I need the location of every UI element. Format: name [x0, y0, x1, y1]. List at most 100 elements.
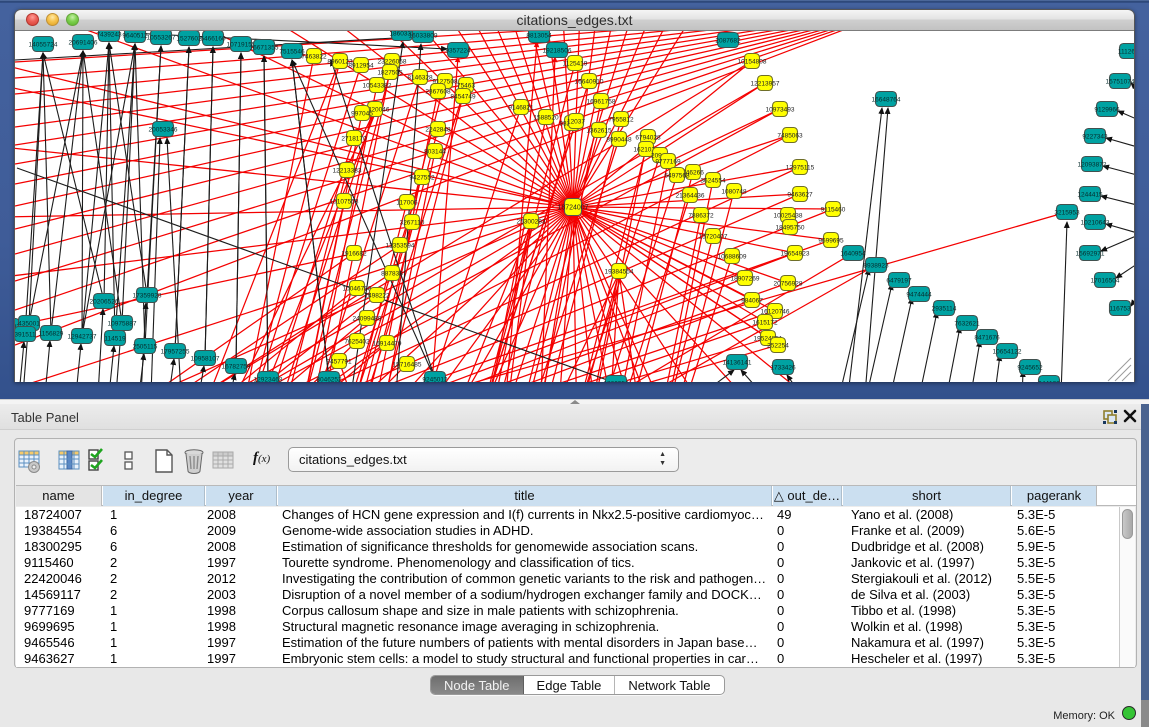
svg-text:10688609: 10688609 — [718, 253, 747, 260]
svg-text:9227343: 9227343 — [1082, 133, 1108, 140]
svg-text:8990448: 8990448 — [606, 136, 632, 143]
svg-text:14055724: 14055724 — [29, 41, 58, 48]
svg-text:1156829: 1156829 — [39, 330, 64, 337]
svg-text:9777169: 9777169 — [655, 158, 681, 165]
svg-text:391511: 391511 — [15, 331, 36, 338]
svg-text:803144: 803144 — [424, 148, 446, 155]
svg-text:6794028: 6794028 — [635, 134, 661, 141]
svg-text:997045: 997045 — [351, 110, 373, 117]
svg-text:10154808: 10154808 — [738, 58, 767, 65]
svg-text:1916682: 1916682 — [341, 250, 367, 257]
svg-text:17016504: 17016504 — [1091, 277, 1120, 284]
svg-text:16961758: 16961758 — [587, 98, 616, 105]
svg-text:114519: 114519 — [104, 335, 126, 342]
svg-text:984067: 984067 — [741, 297, 763, 304]
svg-text:10543382: 10543382 — [363, 82, 392, 89]
svg-text:24099489: 24099489 — [353, 315, 382, 322]
svg-text:252254: 252254 — [767, 342, 789, 349]
svg-text:12975115: 12975115 — [786, 164, 815, 171]
svg-text:12353594: 12353594 — [386, 242, 415, 249]
svg-text:7886372: 7886372 — [688, 212, 714, 219]
svg-text:2505115: 2505115 — [133, 343, 158, 350]
svg-text:10046788: 10046788 — [343, 285, 372, 292]
svg-text:2087682: 2087682 — [715, 37, 741, 44]
svg-text:19384554: 19384554 — [605, 268, 634, 275]
svg-text:1080748: 1080748 — [721, 188, 747, 195]
svg-text:9474444: 9474444 — [906, 291, 932, 298]
svg-text:15720407: 15720407 — [699, 233, 728, 240]
svg-text:1498222: 1498222 — [364, 292, 390, 299]
svg-text:20756928: 20756928 — [774, 280, 803, 287]
svg-text:20206526: 20206526 — [90, 298, 119, 305]
svg-text:8813054: 8813054 — [526, 32, 552, 39]
svg-text:7485063: 7485063 — [777, 132, 803, 139]
svg-text:9463627: 9463627 — [787, 191, 813, 198]
svg-text:6497568: 6497568 — [664, 172, 690, 179]
svg-text:18907269: 18907269 — [731, 275, 760, 282]
svg-text:9146821: 9146821 — [508, 104, 534, 111]
svg-text:10210643: 10210643 — [1081, 219, 1110, 226]
svg-text:9640512: 9640512 — [122, 32, 148, 39]
svg-text:10553267: 10553267 — [147, 34, 176, 41]
svg-text:1125419: 1125419 — [563, 60, 588, 67]
svg-text:3215953: 3215953 — [1054, 209, 1080, 216]
svg-text:12923468: 12923468 — [254, 376, 283, 382]
svg-text:9115460: 9115460 — [821, 206, 846, 213]
svg-text:16914479: 16914479 — [373, 340, 402, 347]
svg-text:15716485: 15716485 — [393, 361, 422, 368]
svg-text:15751074: 15751074 — [1106, 78, 1134, 85]
svg-text:10107553: 10107553 — [330, 198, 359, 205]
svg-text:15692971: 15692971 — [1076, 250, 1105, 257]
svg-text:1615172: 1615172 — [752, 319, 778, 326]
svg-text:887833: 887833 — [381, 270, 403, 277]
svg-text:9357224: 9357224 — [445, 47, 471, 54]
svg-text:16671355: 16671355 — [250, 44, 279, 51]
svg-text:16033809: 16033809 — [409, 32, 438, 39]
svg-text:1860956: 1860956 — [603, 380, 629, 382]
svg-text:10975887: 10975887 — [108, 320, 137, 327]
svg-text:10654122: 10654122 — [993, 348, 1022, 355]
svg-text:10025438: 10025438 — [774, 212, 803, 219]
svg-text:3624554: 3624554 — [700, 177, 726, 184]
svg-text:1588520: 1588520 — [533, 114, 559, 121]
svg-text:1362615: 1362615 — [586, 127, 612, 134]
svg-text:12037: 12037 — [567, 118, 585, 125]
svg-text:8146328: 8146328 — [407, 74, 433, 81]
svg-text:16648764: 16648764 — [872, 96, 901, 103]
svg-text:8454749: 8454749 — [450, 93, 476, 100]
svg-text:20053346: 20053346 — [149, 126, 178, 133]
svg-text:12213383: 12213383 — [333, 167, 362, 174]
svg-text:19218506: 19218506 — [543, 47, 572, 54]
svg-text:1733426: 1733426 — [770, 364, 796, 371]
svg-text:1827505: 1827505 — [377, 69, 403, 76]
svg-text:6466160: 6466160 — [200, 35, 226, 42]
svg-text:21364436: 21364436 — [676, 192, 705, 199]
svg-text:7955812: 7955812 — [608, 116, 634, 123]
svg-text:9457791: 9457791 — [326, 358, 352, 365]
svg-text:19654923: 19654923 — [781, 250, 810, 257]
svg-text:8938923: 8938923 — [863, 262, 889, 269]
svg-text:18495750: 18495750 — [776, 224, 805, 231]
svg-text:9245652: 9245652 — [1017, 364, 1043, 371]
svg-text:8471676: 8471676 — [974, 334, 1000, 341]
svg-text:944122: 944122 — [1038, 380, 1060, 382]
svg-text:2367608: 2367608 — [425, 88, 451, 95]
svg-text:10973493: 10973493 — [766, 106, 795, 113]
svg-text:2935114: 2935114 — [932, 305, 957, 312]
svg-text:8046252: 8046252 — [316, 376, 342, 382]
svg-text:9699695: 9699695 — [818, 237, 844, 244]
svg-text:12213957: 12213957 — [751, 80, 780, 87]
svg-text:7463822: 7463822 — [301, 53, 327, 60]
svg-text:7632621: 7632621 — [954, 320, 980, 327]
svg-text:7439243: 7439243 — [96, 31, 122, 38]
svg-text:12093872: 12093872 — [1078, 161, 1107, 168]
svg-text:1640954: 1640954 — [840, 250, 866, 257]
svg-text:6479197: 6479197 — [886, 277, 912, 284]
svg-text:9427552: 9427552 — [409, 174, 435, 181]
svg-text:116753: 116753 — [1109, 305, 1131, 312]
svg-text:1527602: 1527602 — [176, 35, 202, 42]
svg-text:12942737: 12942737 — [68, 333, 97, 340]
svg-text:2242848: 2242848 — [425, 126, 451, 133]
svg-text:2718170: 2718170 — [341, 135, 367, 142]
svg-text:1112689: 1112689 — [1118, 48, 1134, 55]
